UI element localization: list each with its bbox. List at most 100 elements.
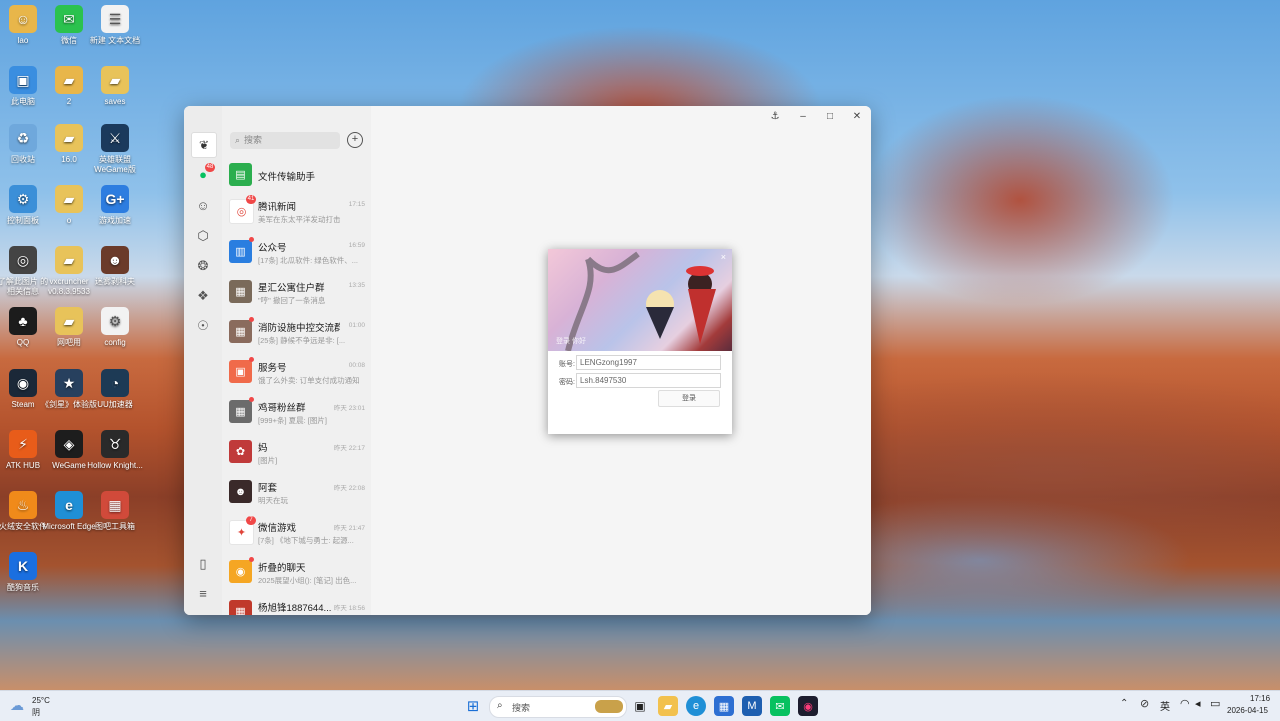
- clock-time[interactable]: 17:16: [1250, 694, 1270, 703]
- desktop-icon[interactable]: K 酷狗音乐: [0, 552, 51, 593]
- edge-icon[interactable]: e: [686, 696, 706, 716]
- desktop-icon[interactable]: ▰ saves: [87, 66, 143, 107]
- chat-preview: "哼" 撤回了一条消息: [258, 296, 326, 305]
- desktop-app-icon: ⚡: [9, 430, 37, 458]
- chat-name: 鸡哥粉丝群: [258, 403, 306, 414]
- chat-list-item[interactable]: ▣ 服务号 饿了么外卖: 订单支付成功通知 00:08: [222, 353, 371, 393]
- weather-widget[interactable]: ☁ 25°C 阴: [10, 695, 70, 717]
- chat-avatar: ▤: [229, 163, 252, 186]
- ime-indicator[interactable]: 英: [1160, 698, 1170, 713]
- search-icon: ⌕: [497, 700, 503, 711]
- desktop-icon[interactable]: ⚔ 英雄联盟 WeGame版: [87, 124, 143, 175]
- desktop-icon[interactable]: ☰ 新建 文本文档: [87, 5, 143, 46]
- maximize-button[interactable]: □: [821, 110, 839, 124]
- chat-list-item[interactable]: ▦ 消防设施中控交流群 [25条] 静候不争远是非: [... 01:00: [222, 313, 371, 353]
- desktop-app-icon: ⚔: [101, 124, 129, 152]
- desktop-app-icon: ♻: [9, 124, 37, 152]
- desktop-app-icon: ▣: [9, 66, 37, 94]
- chat-list-item[interactable]: ▦ 星汇公寓住户群 "哼" 撤回了一条消息 13:35: [222, 273, 371, 313]
- chat-name: 腾讯新闻: [258, 202, 297, 213]
- chat-avatar: ✿: [229, 440, 252, 463]
- login-button[interactable]: 登录: [658, 390, 720, 407]
- chat-preview: 2025展望小组(): [笔记] 出色...: [258, 576, 357, 585]
- chat-preview: [999+条] 夏晨: [图片]: [258, 416, 327, 425]
- miniprogram-icon[interactable]: ☉: [193, 316, 213, 336]
- wechat-taskbar-icon[interactable]: ✉: [770, 696, 790, 716]
- favorites-icon[interactable]: ⬡: [193, 226, 213, 246]
- search-highlight-icon: [595, 700, 623, 713]
- desktop-app-icon: ▦: [101, 491, 129, 519]
- close-dialog-button[interactable]: ×: [721, 252, 726, 262]
- desktop-icon-label: 酷狗音乐: [7, 583, 39, 592]
- desktop-icon[interactable]: G+ 游戏加速: [87, 185, 143, 226]
- desktop-app-icon: ◔: [101, 369, 129, 397]
- desktop-app-icon: ♨: [9, 491, 37, 519]
- desktop-icon[interactable]: ▦ 图吧工具箱: [87, 491, 143, 532]
- desktop-app-icon: ◉: [9, 369, 37, 397]
- search-input[interactable]: ⌕ 搜索: [230, 132, 340, 149]
- task-view-icon[interactable]: ▣: [630, 696, 650, 716]
- chat-preview: [图片]: [258, 456, 278, 465]
- desktop-icon[interactable]: ☻ 迷雾剥科夫: [87, 246, 143, 287]
- chat-name: 服务号: [258, 363, 287, 374]
- chat-nav-icon[interactable]: ● 48: [193, 163, 215, 185]
- password-input[interactable]: Lsh.8497530: [576, 373, 721, 388]
- taskbar-search-box[interactable]: ⌕ 搜索: [489, 696, 627, 718]
- account-input[interactable]: LENGzong1997: [576, 355, 721, 370]
- chat-list-item[interactable]: ✿ 妈 [图片] 昨天 22:17: [222, 433, 371, 473]
- channels-icon[interactable]: ❖: [193, 286, 213, 306]
- chat-list-item[interactable]: ▦ 鸡哥粉丝群 [999+条] 夏晨: [图片] 昨天 23:01: [222, 393, 371, 433]
- unread-badge: 41: [246, 195, 256, 204]
- wechat-sidebar: ❦ ● 48 ☺ ⬡ ❂ ❖ ☉ ▯ ≡: [184, 106, 222, 615]
- chat-list-item[interactable]: ✦ 7 微信游戏 [7条] 《地下城与勇士: 起源... 昨天 21:47: [222, 513, 371, 553]
- desktop-app-icon: ✉: [55, 5, 83, 33]
- desktop-icon[interactable]: ⚙ config: [87, 307, 143, 348]
- minimize-button[interactable]: –: [794, 110, 812, 124]
- battery-icon[interactable]: ▭: [1210, 697, 1220, 710]
- chat-name: 微信游戏: [258, 523, 297, 534]
- store-icon[interactable]: ▦: [714, 696, 734, 716]
- volume-icon[interactable]: ◂: [1195, 697, 1201, 710]
- chat-list-item[interactable]: ◉ 折叠的聊天 2025展望小组(): [笔记] 出色...: [222, 553, 371, 593]
- chat-list-item[interactable]: ▤ 文件传输助手: [222, 156, 371, 190]
- chat-avatar: ▣: [229, 360, 252, 383]
- chat-list-item[interactable]: ▦ 杨旭锋1887644... 昨天 18:56: [222, 593, 371, 615]
- chevron-up-icon[interactable]: ⌃: [1120, 698, 1128, 709]
- chat-avatar: ▦: [229, 600, 252, 615]
- unread-dot: [249, 317, 254, 322]
- wifi-icon[interactable]: ◠: [1180, 697, 1190, 710]
- chat-name: 杨旭锋1887644...: [258, 603, 332, 614]
- chat-list-item[interactable]: ☻ 阿套 明天在玩 昨天 22:08: [222, 473, 371, 513]
- chat-avatar: ☻: [229, 480, 252, 503]
- pink-app-icon[interactable]: ◉: [798, 696, 818, 716]
- chat-list-item[interactable]: ▥ 公众号 [17条] 北瓜软件: 绿色软件、... 16:59: [222, 233, 371, 273]
- pin-icon[interactable]: ⚓: [766, 110, 784, 124]
- chat-preview: [17条] 北瓜软件: 绿色软件、...: [258, 256, 359, 265]
- chat-avatar: ▦: [229, 280, 252, 303]
- no-disturb-icon[interactable]: ⊘: [1140, 697, 1149, 710]
- desktop-app-icon: G+: [101, 185, 129, 213]
- taskbar-search-label: 搜索: [512, 703, 531, 713]
- chat-time: 昨天 23:01: [333, 405, 365, 412]
- user-avatar[interactable]: ❦: [191, 132, 217, 158]
- desktop-icon[interactable]: ◔ UU加速器: [87, 369, 143, 410]
- menu-icon[interactable]: ≡: [193, 584, 213, 604]
- file-explorer-icon[interactable]: ▰: [658, 696, 678, 716]
- desktop-icon-label: UU加速器: [97, 400, 133, 409]
- search-icon: ⌕: [235, 135, 241, 145]
- moments-icon[interactable]: ❂: [193, 256, 213, 276]
- contacts-icon[interactable]: ☺: [193, 196, 213, 216]
- add-button[interactable]: +: [347, 132, 363, 148]
- close-button[interactable]: ✕: [848, 110, 866, 124]
- desktop-app-icon: ▰: [55, 124, 83, 152]
- desktop-icon-label: config: [104, 338, 126, 347]
- app-m-icon[interactable]: M: [742, 696, 762, 716]
- start-button[interactable]: ⊞: [463, 696, 483, 716]
- phone-icon[interactable]: ▯: [193, 554, 213, 574]
- chat-preview: [25条] 静候不争远是非: [...: [258, 336, 346, 345]
- desktop-icon[interactable]: ♉ Hollow Knight...: [87, 430, 143, 471]
- clock-date[interactable]: 2026-04-15: [1227, 706, 1268, 715]
- chat-name: 消防设施中控交流群: [258, 323, 340, 334]
- chat-list-item[interactable]: ◎ 41 腾讯新闻 美军在东太平洋发动打击 17:15: [222, 192, 371, 232]
- account-label: 账号:: [559, 361, 575, 368]
